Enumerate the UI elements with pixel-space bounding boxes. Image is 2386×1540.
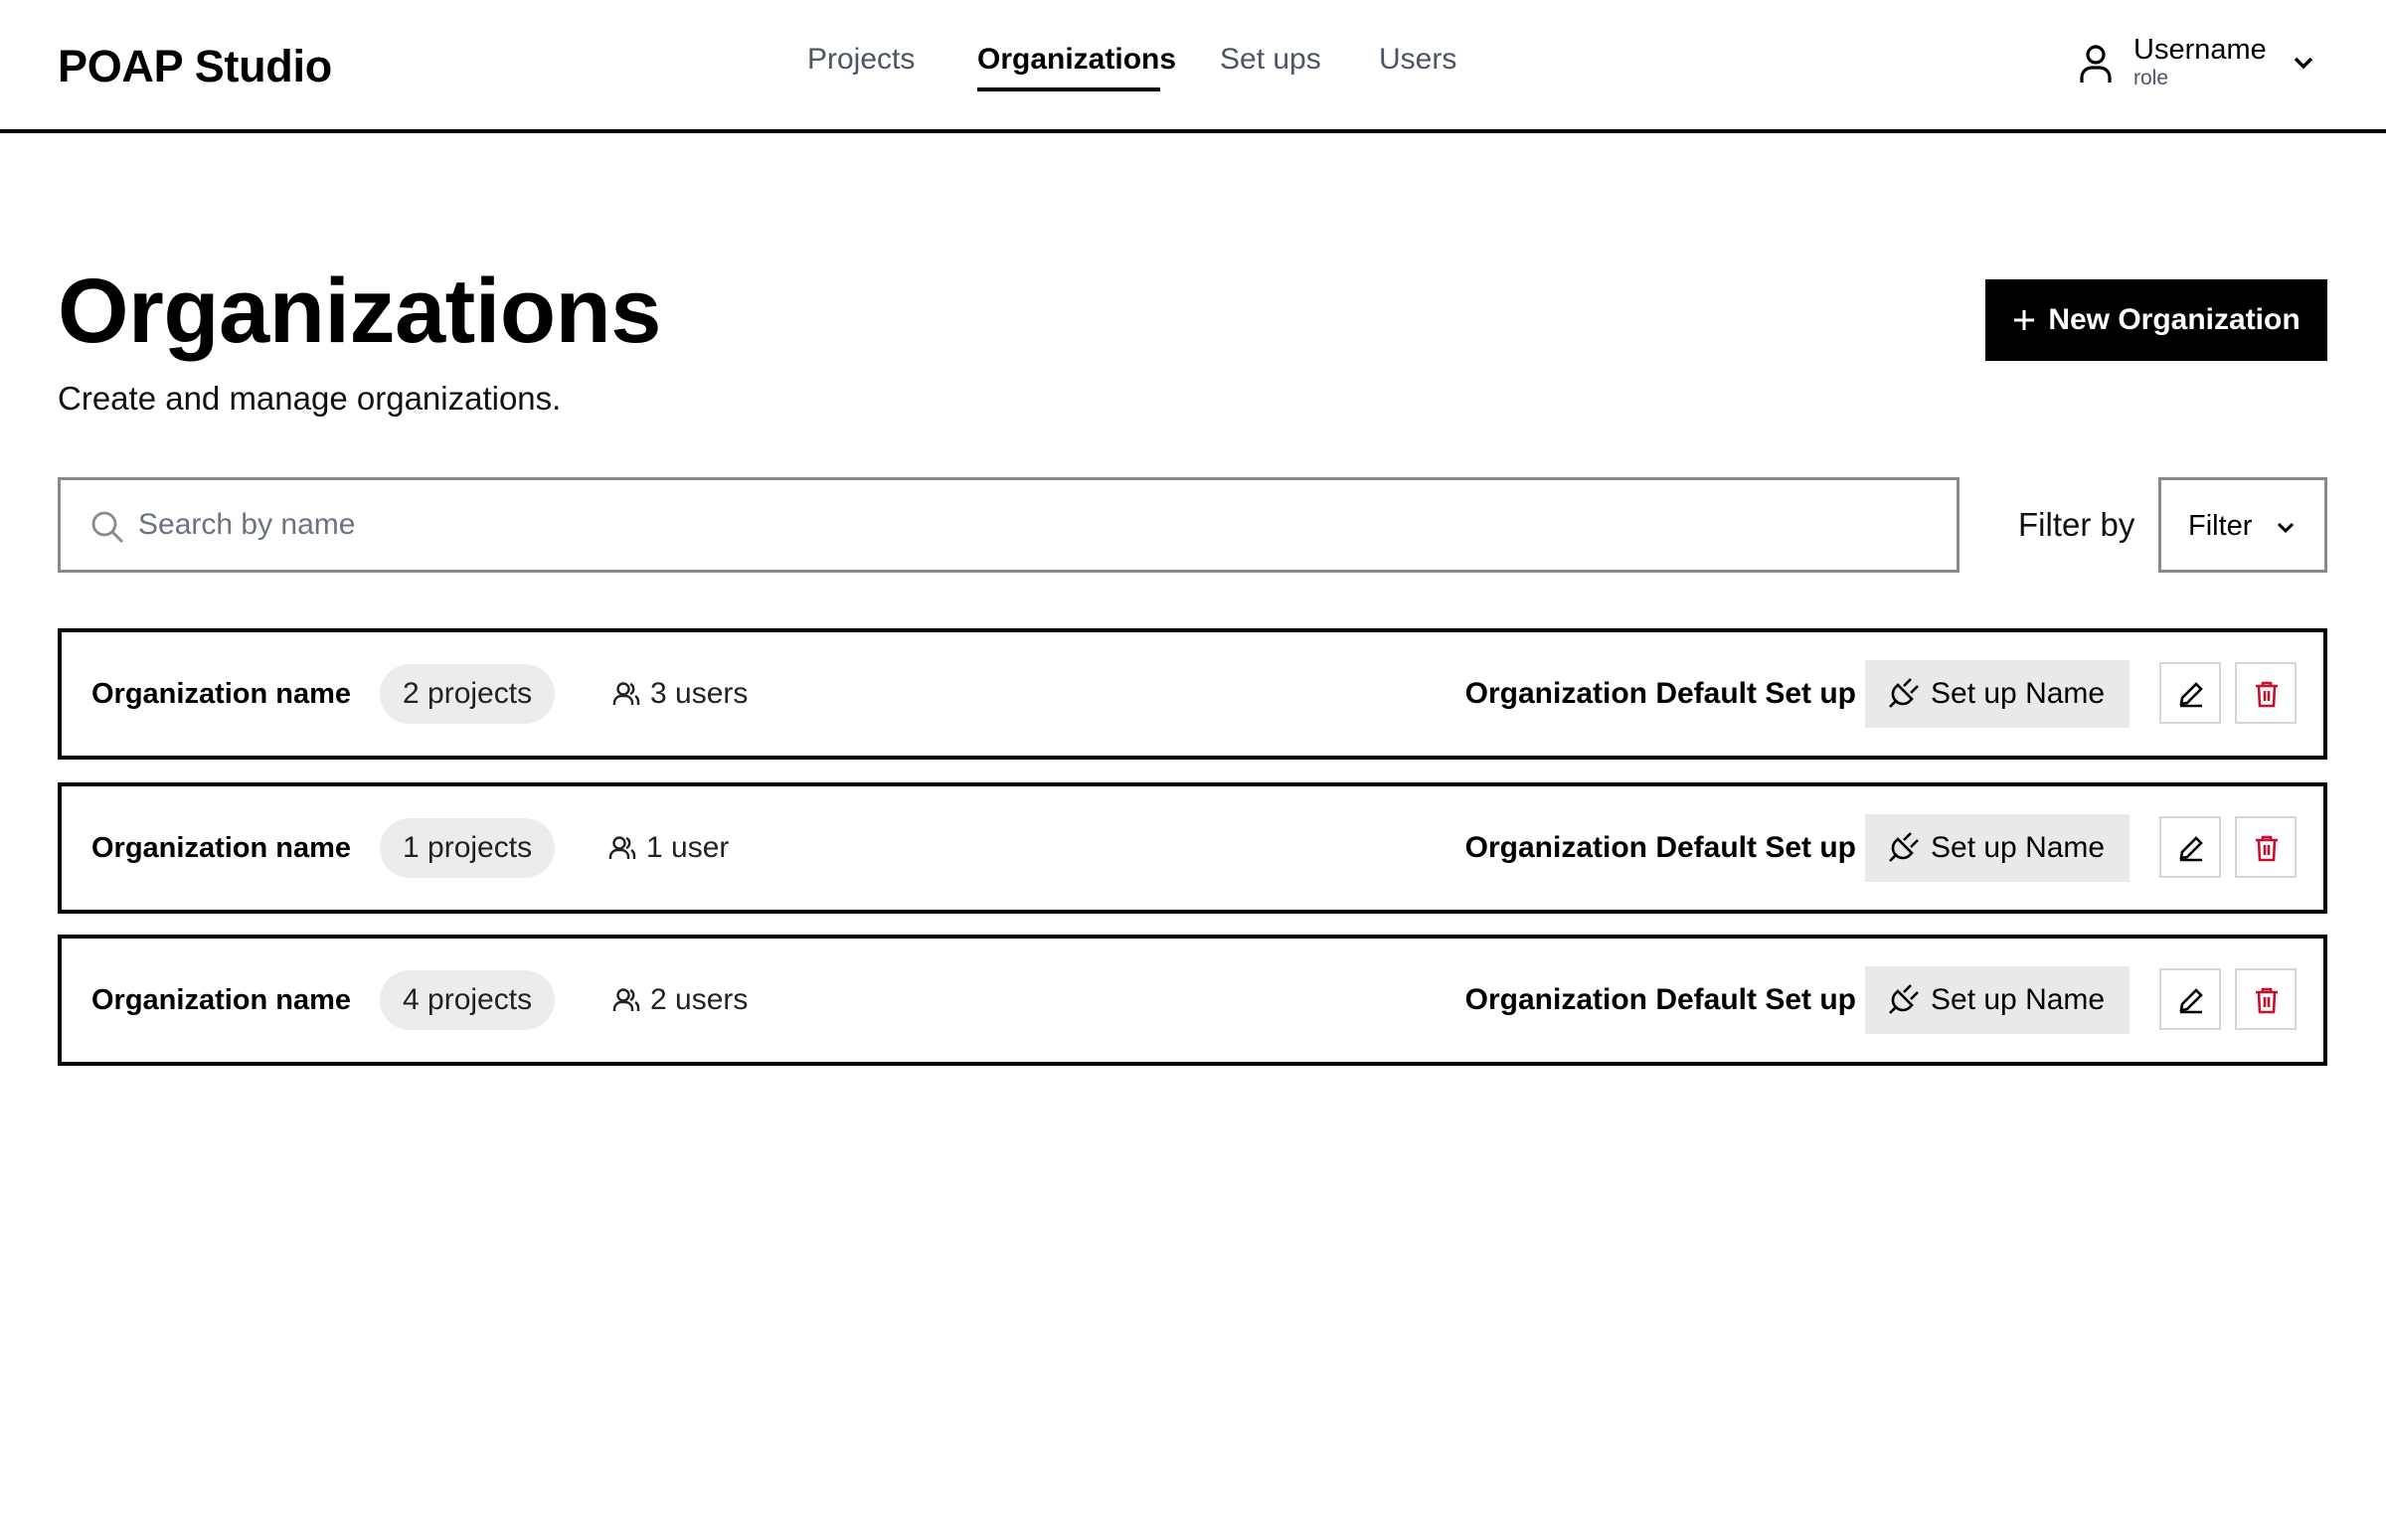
pencil-icon xyxy=(2179,836,2203,862)
chevron-down-icon xyxy=(2277,522,2295,534)
setup-name: Set up Name xyxy=(1931,677,2106,710)
edit-button[interactable] xyxy=(2159,968,2221,1030)
active-nav-indicator xyxy=(977,87,1160,91)
plus-icon xyxy=(2014,310,2035,330)
setup-chip[interactable]: Set up Name xyxy=(1865,660,2130,728)
default-setup-label: Organization Default Set up xyxy=(1464,677,1856,710)
pencil-icon xyxy=(2179,988,2203,1014)
edit-button[interactable] xyxy=(2159,662,2221,724)
delete-button[interactable] xyxy=(2235,968,2297,1030)
projects-count-badge: 1 projects xyxy=(380,818,556,878)
users-count-label: 1 user xyxy=(646,831,730,864)
filter-dropdown[interactable]: Filter xyxy=(2158,477,2327,573)
plug-icon xyxy=(1889,984,1919,1014)
organization-name[interactable]: Organization name xyxy=(91,980,351,1020)
filter-label: Filter by xyxy=(2018,506,2135,543)
setup-chip[interactable]: Set up Name xyxy=(1865,966,2130,1034)
search-box xyxy=(58,477,1960,573)
page-title: Organizations xyxy=(58,260,661,362)
organization-name[interactable]: Organization name xyxy=(91,674,351,714)
user-name: Username xyxy=(2133,34,2267,66)
trash-icon xyxy=(2256,987,2278,1014)
users-count: 3 users xyxy=(612,674,748,714)
users-icon xyxy=(612,682,640,705)
organization-row: Organization name 4 projects 2 users Org… xyxy=(58,935,2327,1066)
user-icon xyxy=(2080,45,2112,83)
nav-users[interactable]: Users xyxy=(1379,40,1456,80)
users-count-label: 2 users xyxy=(650,983,749,1016)
projects-count-badge: 2 projects xyxy=(380,664,556,724)
default-setup-label: Organization Default Set up xyxy=(1464,983,1856,1016)
search-input[interactable] xyxy=(138,480,1928,570)
chevron-down-icon xyxy=(2294,57,2313,70)
edit-button[interactable] xyxy=(2159,816,2221,878)
top-navigation-bar: POAP Studio Projects Organizations Set u… xyxy=(0,0,2386,133)
setup-name: Set up Name xyxy=(1931,831,2106,864)
organization-row: Organization name 2 projects 3 users Org… xyxy=(58,628,2327,760)
user-menu[interactable]: Username role xyxy=(2074,30,2322,93)
page-subtitle: Create and manage organizations. xyxy=(58,380,562,417)
delete-button[interactable] xyxy=(2235,816,2297,878)
filter-value: Filter xyxy=(2188,510,2253,542)
plug-icon xyxy=(1889,832,1919,862)
new-organization-label: New Organization xyxy=(2048,303,2301,336)
pencil-icon xyxy=(2179,682,2203,708)
projects-count-badge: 4 projects xyxy=(380,970,556,1030)
organization-row: Organization name 1 projects 1 user Orga… xyxy=(58,782,2327,914)
delete-button[interactable] xyxy=(2235,662,2297,724)
nav-setups[interactable]: Set ups xyxy=(1220,40,1321,80)
nav-organizations[interactable]: Organizations xyxy=(977,40,1176,80)
users-count-label: 3 users xyxy=(650,677,749,710)
user-role: role xyxy=(2133,67,2169,89)
default-setup-label: Organization Default Set up xyxy=(1464,831,1856,864)
plug-icon xyxy=(1889,678,1919,708)
users-count: 1 user xyxy=(608,828,729,868)
trash-icon xyxy=(2256,681,2278,708)
main-nav: Projects Organizations Set ups Users xyxy=(0,0,2386,129)
setup-name: Set up Name xyxy=(1931,983,2106,1016)
users-icon xyxy=(608,836,636,859)
users-count: 2 users xyxy=(612,980,748,1020)
trash-icon xyxy=(2256,835,2278,862)
search-icon xyxy=(91,511,123,543)
users-icon xyxy=(612,988,640,1011)
nav-projects[interactable]: Projects xyxy=(807,40,915,80)
setup-chip[interactable]: Set up Name xyxy=(1865,814,2130,882)
new-organization-button[interactable]: New Organization xyxy=(1985,279,2327,361)
organization-name[interactable]: Organization name xyxy=(91,828,351,868)
